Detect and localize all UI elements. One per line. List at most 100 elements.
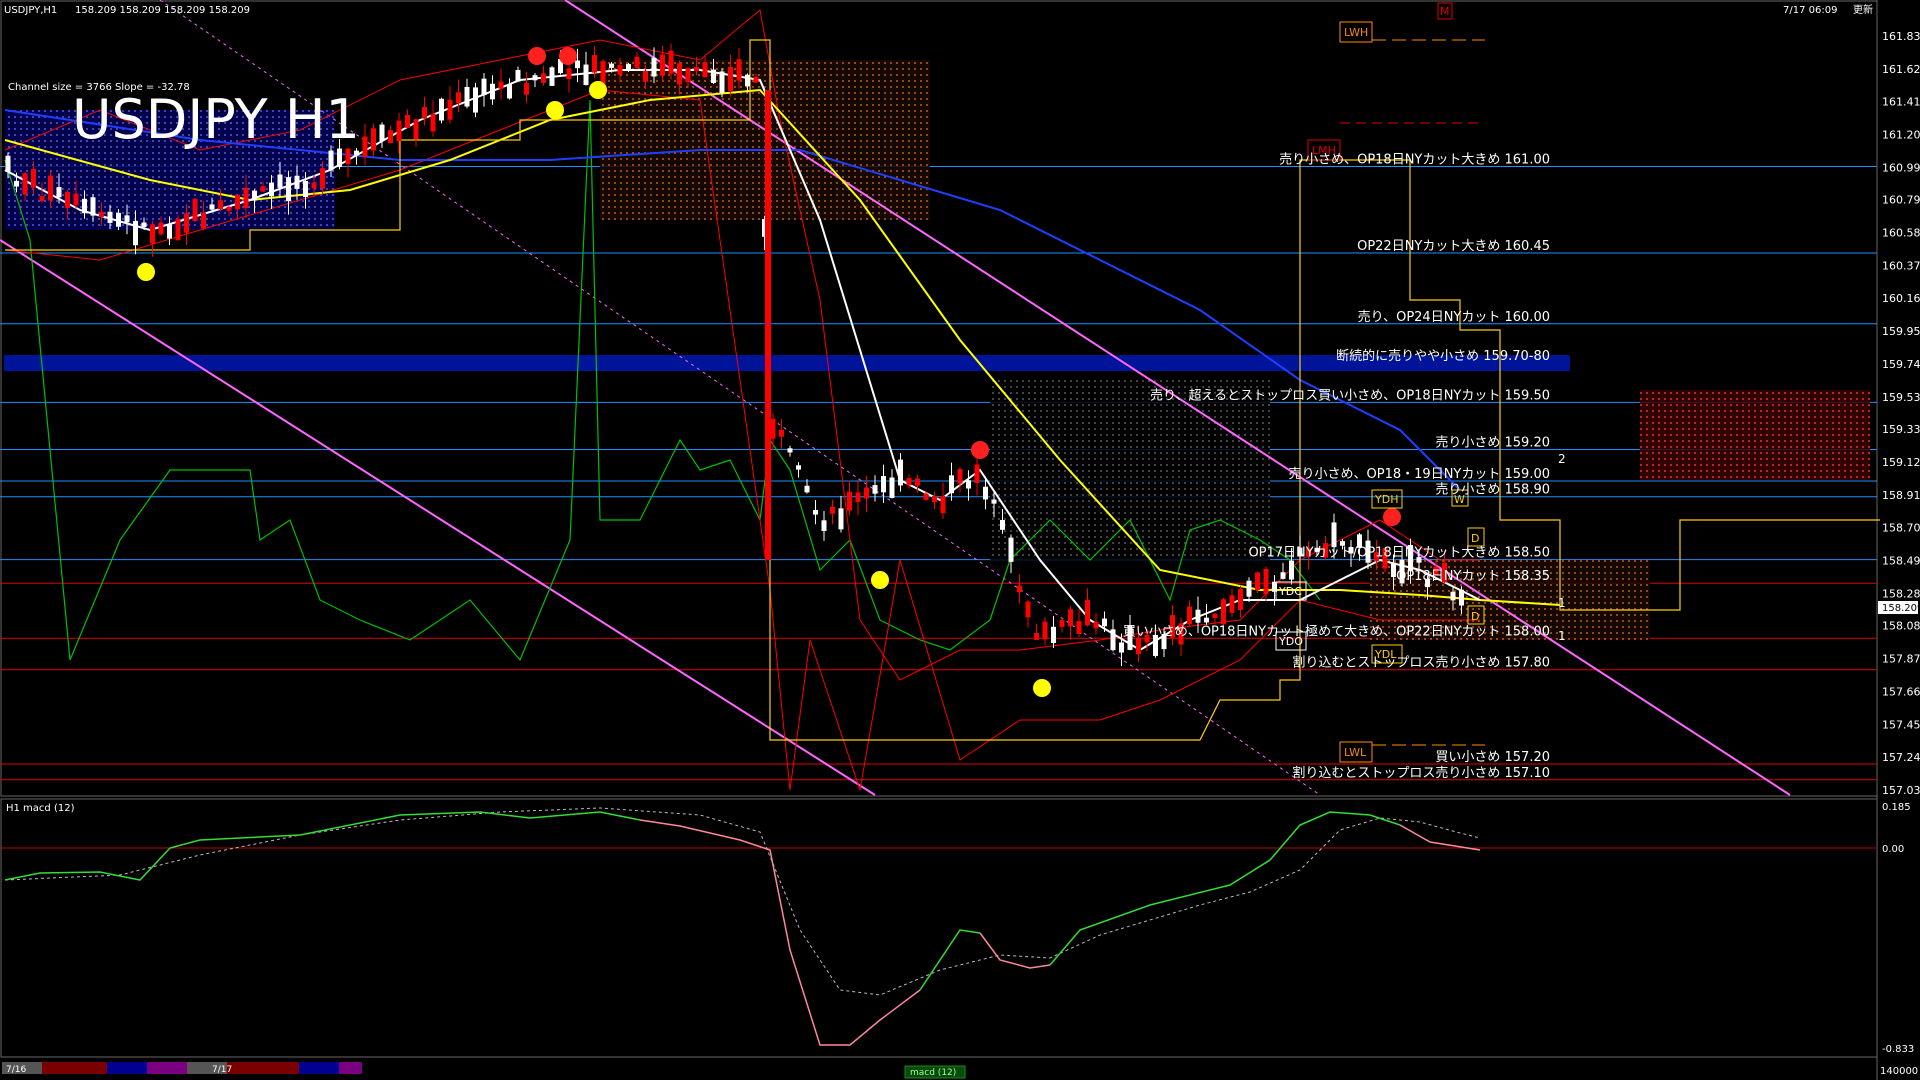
candle-body (668, 50, 674, 74)
macd-tab-label: macd (12) (910, 1068, 956, 1078)
candle-body (456, 92, 461, 104)
candle-body (286, 177, 291, 202)
level-band (4, 355, 1570, 372)
candle-body (48, 175, 53, 201)
level-label: OP22日NYカット大きめ 160.45 (1357, 239, 1550, 254)
candle-body (881, 475, 886, 493)
candle-body (260, 186, 266, 192)
candle-body (1331, 522, 1337, 548)
candle-body (694, 67, 699, 72)
candle-body (1059, 620, 1065, 627)
candle-body (362, 136, 368, 157)
macd-axis-mid: 0.00 (1882, 844, 1904, 855)
candle-body (311, 182, 317, 189)
candle-body (277, 174, 283, 188)
candle-body (226, 206, 232, 211)
candle-body (1187, 606, 1192, 625)
candle-body (940, 495, 946, 514)
candle-body (1085, 599, 1090, 626)
m-badge-label: M (1440, 5, 1450, 18)
right-mark-2: 2 (1558, 452, 1566, 466)
candle-body (1255, 572, 1260, 590)
chart-window[interactable]: USDJPY H1 USDJPY,H1 158.209 158.209 158.… (0, 0, 1920, 1080)
candle-body (337, 148, 342, 168)
candle-body (65, 191, 70, 208)
candle-body (1102, 618, 1107, 627)
candle-body (31, 168, 36, 188)
candle-body (923, 493, 929, 500)
price-axis-label: 157.035 (1882, 784, 1920, 797)
candle-body (830, 506, 835, 514)
candle-body (541, 73, 546, 83)
candle-body (303, 180, 308, 197)
candle-body (252, 190, 257, 201)
candle-body (498, 81, 504, 89)
price-axis-label: 161.205 (1882, 128, 1920, 141)
candle-body (90, 197, 96, 216)
candle-body (1229, 595, 1235, 613)
price-axis-label: 158.705 (1882, 521, 1920, 534)
right-mark-1a: 1 (1558, 596, 1566, 610)
candle-body (889, 477, 895, 498)
candle-body (141, 222, 147, 228)
candle-body (1280, 572, 1286, 579)
update-status: 更新 (1853, 3, 1873, 16)
candle-body (14, 180, 19, 187)
candle-body (1119, 642, 1124, 653)
candle-body (413, 119, 419, 140)
candle-body (804, 485, 810, 493)
candle-body (898, 459, 903, 486)
candle-body (821, 520, 827, 531)
ydc-badge: YDC (1278, 585, 1302, 598)
candle-body (1068, 609, 1073, 627)
candle-body (1110, 629, 1116, 651)
candle-body (1025, 601, 1031, 618)
price-axis-label: 159.120 (1882, 456, 1920, 469)
candle-body (932, 495, 937, 503)
candle-body (243, 187, 249, 209)
candle-body (439, 98, 444, 121)
lwh-badge: LWH (1344, 26, 1368, 39)
candle-body (379, 124, 385, 142)
lwl-badge: LWL (1344, 746, 1367, 759)
candle-body (184, 213, 189, 233)
candle-body (218, 200, 223, 210)
candle-body (1008, 537, 1014, 562)
macd-pane[interactable] (0, 798, 1878, 1058)
candle-body (1221, 599, 1226, 625)
candle-body (643, 70, 648, 82)
price-axis-label: 158.495 (1882, 554, 1920, 567)
candle-body (99, 211, 104, 217)
level-label: OP18日NYカット 158.35 (1396, 569, 1550, 584)
candle-body (167, 224, 172, 239)
candle-body (150, 224, 155, 244)
candle-body (133, 220, 138, 246)
candle-body (507, 84, 512, 99)
candle-body (617, 65, 623, 75)
price-axis-label: 161.415 (1882, 95, 1920, 108)
macd-pink-line-2 (979, 932, 1051, 969)
candle-body (201, 212, 206, 229)
candle-body (328, 150, 334, 171)
chart-title: USDJPY H1 (72, 88, 360, 151)
right-mark-1b: 1 (1558, 629, 1566, 643)
candle-body (1246, 580, 1252, 597)
price-axis-label: 157.450 (1882, 719, 1920, 732)
candle-body (269, 182, 274, 197)
candle-body (634, 56, 640, 68)
candle-body (626, 64, 631, 71)
candle-body (1212, 613, 1218, 618)
candle-body (813, 509, 818, 515)
d-badge-top: D (1471, 532, 1479, 545)
candle-body (73, 193, 79, 206)
candle-body (677, 63, 682, 85)
candle-body (209, 204, 215, 210)
candle-body (966, 480, 971, 489)
time-label-1: 7/16 (6, 1065, 26, 1075)
price-axis: 161.830 161.620 161.415 161.205 160.995 160.7… (1882, 30, 1920, 797)
symbol-info: USDJPY,H1 (4, 5, 57, 16)
candle-body (753, 76, 759, 83)
time-label-2: 7/17 (212, 1065, 232, 1075)
candle-body (1238, 589, 1243, 610)
candle-body (685, 68, 691, 83)
